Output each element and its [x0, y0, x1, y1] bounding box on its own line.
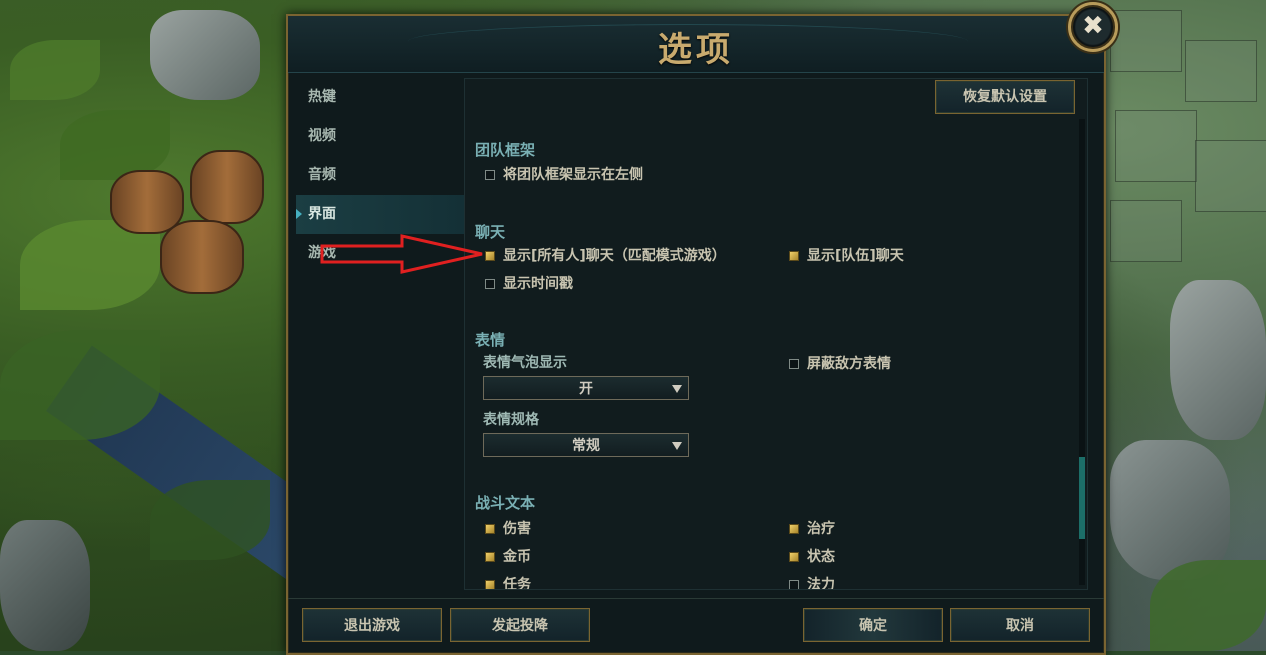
rock: [1170, 280, 1266, 440]
emote-bubble-label: 表情气泡显示: [483, 355, 567, 371]
checkbox-checked-icon[interactable]: [789, 524, 799, 534]
dialog-title: 选项: [658, 30, 734, 70]
scrollbar-thumb[interactable]: [1079, 457, 1085, 539]
options-dialog: 选项 热键 视频 音频 界面 游戏 恢复默认设置 团队框架 将团队框架显示在左侧…: [286, 14, 1106, 655]
option-team-chat[interactable]: 显示[队伍]聊天: [789, 245, 904, 265]
option-label: 法力: [807, 577, 835, 590]
floor-tile: [1185, 40, 1257, 102]
confirm-button[interactable]: 确定: [803, 608, 943, 642]
barrel: [160, 220, 244, 294]
restore-defaults-button[interactable]: 恢复默认设置: [935, 80, 1075, 114]
sidebar-item-interface[interactable]: 界面: [296, 195, 464, 234]
barrel: [190, 150, 264, 224]
option-label: 将团队框架显示在左侧: [503, 167, 643, 183]
dialog-titlebar: 选项: [288, 16, 1104, 73]
rock: [1110, 440, 1230, 580]
dropdown-arrow-icon: [672, 385, 682, 393]
checkbox-icon[interactable]: [485, 279, 495, 289]
option-status[interactable]: 状态: [789, 546, 835, 566]
option-label: 显示[所有人]聊天（匹配模式游戏）: [503, 248, 726, 264]
foliage: [10, 40, 100, 100]
sidebar-item-label: 界面: [308, 206, 336, 222]
emote-size-label: 表情规格: [483, 412, 539, 428]
checkbox-checked-icon[interactable]: [485, 524, 495, 534]
active-marker-icon: [296, 209, 302, 219]
sidebar-item-label: 热键: [308, 89, 336, 105]
option-label: 治疗: [807, 521, 835, 537]
select-value: 开: [579, 381, 593, 397]
option-label: 显示[队伍]聊天: [807, 248, 904, 264]
option-gold[interactable]: 金币: [485, 546, 531, 566]
sidebar-item-label: 音频: [308, 167, 336, 183]
option-label: 屏蔽敌方表情: [807, 356, 891, 372]
emote-bubble-select[interactable]: 开: [483, 376, 689, 400]
dropdown-arrow-icon: [672, 442, 682, 450]
option-quest[interactable]: 任务: [485, 574, 531, 590]
rock: [150, 10, 260, 100]
option-label: 金币: [503, 549, 531, 565]
sidebar-item-label: 视频: [308, 128, 336, 144]
checkbox-checked-icon[interactable]: [485, 552, 495, 562]
option-damage[interactable]: 伤害: [485, 518, 531, 538]
exit-game-button[interactable]: 退出游戏: [302, 608, 442, 642]
option-team-frame-left[interactable]: 将团队框架显示在左侧: [485, 164, 643, 184]
select-value: 常规: [572, 438, 600, 454]
checkbox-checked-icon[interactable]: [789, 552, 799, 562]
sidebar-item-video[interactable]: 视频: [296, 117, 464, 156]
checkbox-checked-icon[interactable]: [485, 580, 495, 589]
checkbox-icon[interactable]: [485, 170, 495, 180]
floor-tile: [1110, 200, 1182, 262]
checkbox-icon[interactable]: [789, 580, 799, 589]
option-hide-enemy-emotes[interactable]: 屏蔽敌方表情: [789, 353, 891, 373]
option-label: 显示时间戳: [503, 276, 573, 292]
foliage: [150, 480, 270, 560]
section-title-emote: 表情: [475, 331, 506, 349]
annotation-arrow-icon: [320, 234, 483, 274]
emote-size-select[interactable]: 常规: [483, 433, 689, 457]
close-icon[interactable]: ✖: [1068, 2, 1118, 52]
floor-tile: [1115, 110, 1197, 182]
surrender-button[interactable]: 发起投降: [450, 608, 590, 642]
barrel: [110, 170, 184, 234]
floor-tile: [1110, 10, 1182, 72]
sidebar-item-audio[interactable]: 音频: [296, 156, 464, 195]
cancel-button[interactable]: 取消: [950, 608, 1090, 642]
foliage: [0, 330, 160, 440]
option-label: 状态: [807, 549, 835, 565]
option-label: 伤害: [503, 521, 531, 537]
section-title-team-frame: 团队框架: [475, 141, 536, 159]
rock: [0, 520, 90, 651]
foliage: [1150, 560, 1266, 651]
option-mana[interactable]: 法力: [789, 574, 835, 590]
option-timestamps[interactable]: 显示时间戳: [485, 273, 573, 293]
checkbox-icon[interactable]: [789, 359, 799, 369]
floor-tile: [1195, 140, 1266, 212]
sidebar-item-hotkeys[interactable]: 热键: [296, 78, 464, 117]
option-label: 任务: [503, 577, 531, 590]
option-all-chat[interactable]: 显示[所有人]聊天（匹配模式游戏）: [485, 245, 726, 265]
section-title-combat-text: 战斗文本: [475, 494, 536, 512]
footer-divider: [288, 598, 1104, 599]
checkbox-checked-icon[interactable]: [789, 251, 799, 261]
option-healing[interactable]: 治疗: [789, 518, 835, 538]
options-content-panel: 恢复默认设置 团队框架 将团队框架显示在左侧 聊天 显示[所有人]聊天（匹配模式…: [464, 78, 1088, 590]
